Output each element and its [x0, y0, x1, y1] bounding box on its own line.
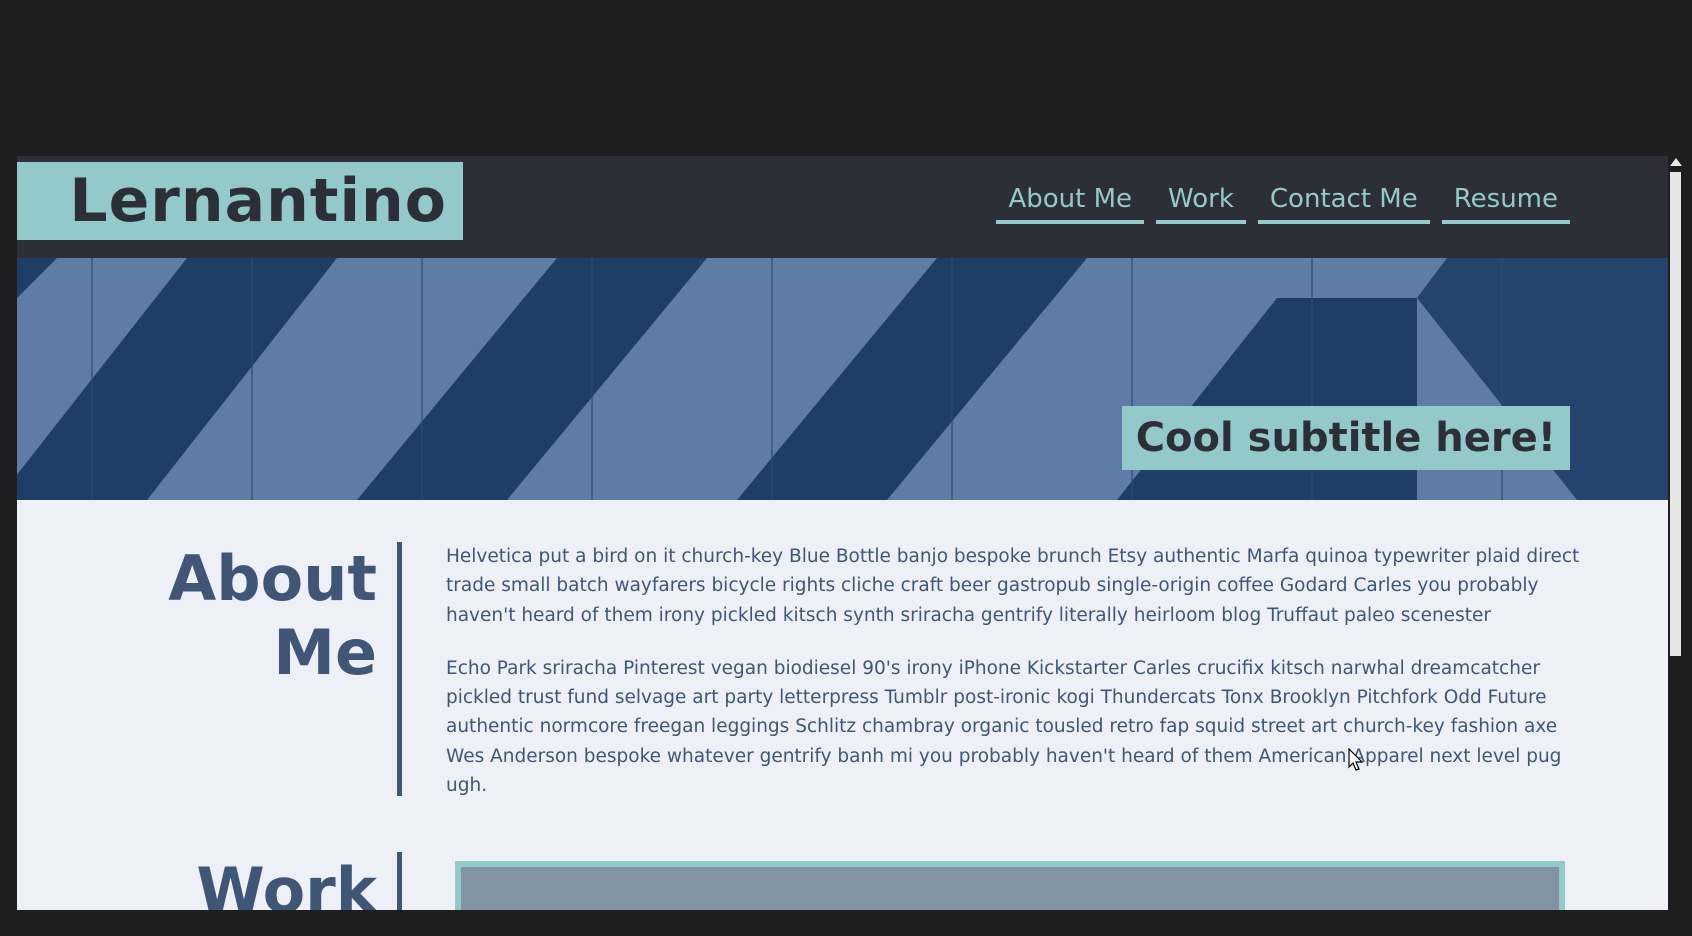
about-me-divider [397, 542, 402, 796]
site-logo[interactable]: Lernantino [69, 164, 447, 238]
page-scrollbar[interactable] [1668, 156, 1684, 910]
nav-link-about-me[interactable]: About Me [996, 182, 1145, 224]
work-featured-card[interactable] [455, 861, 1565, 910]
about-me-heading: About Me [168, 542, 377, 689]
nav-link-work[interactable]: Work [1156, 182, 1246, 224]
browser-viewport: Lernantino About Me Work Contact Me Resu… [17, 156, 1668, 910]
scrollbar-thumb[interactable] [1670, 172, 1681, 656]
about-paragraph: Helvetica put a bird on it church-key Bl… [446, 546, 1580, 626]
work-heading: Work [196, 854, 377, 910]
chevron-up-icon[interactable] [1670, 158, 1682, 166]
main-nav: About Me Work Contact Me Resume [996, 182, 1570, 224]
nav-link-contact-me[interactable]: Contact Me [1257, 182, 1430, 224]
site-header: Lernantino About Me Work Contact Me Resu… [17, 156, 1668, 258]
hero-banner: Cool subtitle here! [17, 258, 1668, 500]
hero-subtitle-box: Cool subtitle here! [1121, 406, 1570, 470]
nav-link-resume[interactable]: Resume [1441, 182, 1570, 224]
mouse-pointer-icon [1348, 748, 1364, 771]
about-me-body: Helvetica put a bird on it church-key Bl… [446, 542, 1586, 824]
hero-subtitle: Cool subtitle here! [1135, 415, 1556, 461]
work-divider [397, 852, 402, 910]
about-paragraph: Echo Park sriracha Pinterest vegan biodi… [446, 657, 1562, 797]
logo-box[interactable]: Lernantino [17, 162, 463, 240]
